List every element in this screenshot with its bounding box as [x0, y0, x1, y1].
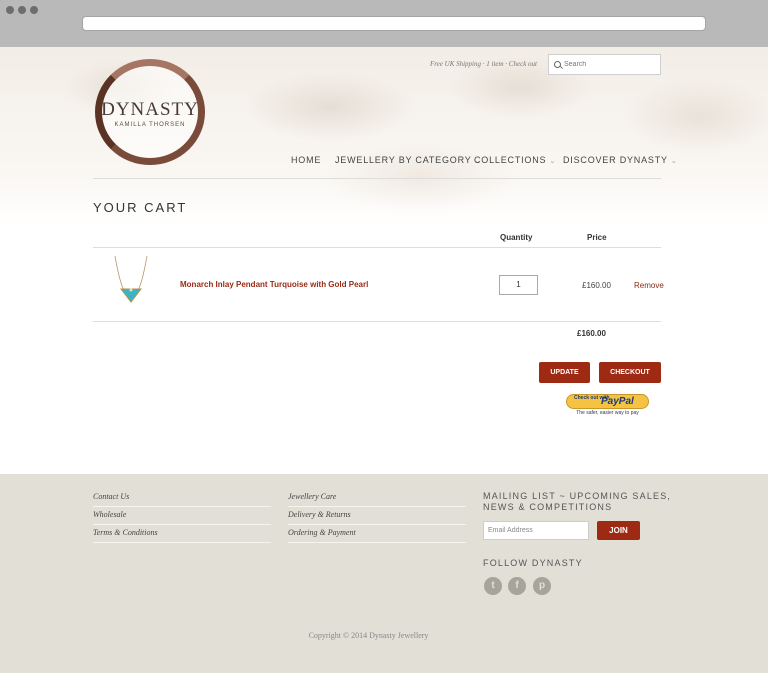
- twitter-icon[interactable]: t: [484, 577, 502, 595]
- chevron-down-icon: ⌄: [549, 158, 556, 165]
- checkout-button[interactable]: CHECKOUT: [599, 362, 661, 383]
- mailing-list-heading: MAILING LIST ~ UPCOMING SALES, NEWS & CO…: [483, 491, 672, 512]
- nav-discover-label: DISCOVER DYNASTY: [563, 155, 668, 165]
- search-input[interactable]: [564, 58, 656, 70]
- nav-home-label: HOME: [291, 155, 322, 165]
- copyright: Copyright © 2014 Dynasty Jewellery: [308, 631, 429, 640]
- page-title: YOUR CART: [93, 200, 188, 215]
- footer: Contact Us Wholesale Terms & Conditions …: [0, 474, 768, 673]
- logo-subtitle: KAMILLA THORSEN: [114, 122, 186, 128]
- table-row-divider: [93, 321, 661, 322]
- footer-divider: [288, 542, 466, 543]
- nav-discover-dynasty[interactable]: DISCOVER DYNASTY ⌄: [563, 155, 678, 165]
- item-price: £160.00: [582, 281, 611, 290]
- product-name-link[interactable]: Monarch Inlay Pendant Turquoise with Gol…: [180, 280, 368, 289]
- column-header-price: Price: [587, 233, 607, 242]
- footer-link-wholesale[interactable]: Wholesale: [93, 510, 126, 519]
- column-header-quantity: Quantity: [500, 233, 533, 242]
- pinterest-icon[interactable]: p: [533, 577, 551, 595]
- header-divider: [93, 178, 661, 179]
- nav-collections[interactable]: COLLECTIONS ⌄: [474, 155, 556, 165]
- window-close-dot[interactable]: [6, 6, 14, 14]
- quantity-input[interactable]: 1: [499, 275, 538, 295]
- window-minimize-dot[interactable]: [18, 6, 26, 14]
- paypal-logo: PayPal: [601, 396, 634, 407]
- footer-divider: [93, 524, 271, 525]
- footer-divider: [93, 542, 271, 543]
- search-box[interactable]: [548, 54, 661, 75]
- nav-jewellery-by-category[interactable]: JEWELLERY BY CATEGORY ⌄: [335, 155, 481, 165]
- search-icon: [554, 61, 561, 68]
- join-button[interactable]: JOIN: [597, 521, 640, 540]
- update-button[interactable]: UPDATE: [539, 362, 590, 383]
- follow-heading: FOLLOW DYNASTY: [483, 558, 583, 568]
- nav-jewellery-label: JEWELLERY BY CATEGORY: [335, 155, 472, 165]
- footer-divider: [288, 524, 466, 525]
- logo-title[interactable]: DYNASTY: [95, 99, 205, 121]
- product-image[interactable]: [112, 254, 150, 306]
- facebook-icon[interactable]: f: [508, 577, 526, 595]
- footer-link-terms[interactable]: Terms & Conditions: [93, 528, 158, 537]
- cart-total: £160.00: [577, 329, 606, 338]
- table-header-divider: [93, 247, 661, 248]
- footer-link-contact[interactable]: Contact Us: [93, 492, 129, 501]
- chevron-down-icon: ⌄: [670, 158, 678, 165]
- header-topline[interactable]: Free UK Shipping · 1 item · Check out: [380, 60, 537, 68]
- nav-home[interactable]: HOME: [291, 155, 321, 165]
- remove-link[interactable]: Remove: [634, 281, 664, 290]
- nav-collections-label: COLLECTIONS: [474, 155, 547, 165]
- window-maximize-dot[interactable]: [30, 6, 38, 14]
- footer-link-delivery[interactable]: Delivery & Returns: [288, 510, 351, 519]
- paypal-tagline: The safer, easier way to pay: [576, 410, 639, 416]
- page: DYNASTY KAMILLA THORSEN Free UK Shipping…: [0, 47, 768, 673]
- browser-chrome: [0, 0, 768, 47]
- footer-link-jewellery-care[interactable]: Jewellery Care: [288, 492, 336, 501]
- email-field[interactable]: Email Address: [483, 521, 589, 540]
- footer-divider: [288, 506, 466, 507]
- footer-divider: [93, 506, 271, 507]
- footer-link-ordering[interactable]: Ordering & Payment: [288, 528, 356, 537]
- address-bar[interactable]: [82, 16, 706, 31]
